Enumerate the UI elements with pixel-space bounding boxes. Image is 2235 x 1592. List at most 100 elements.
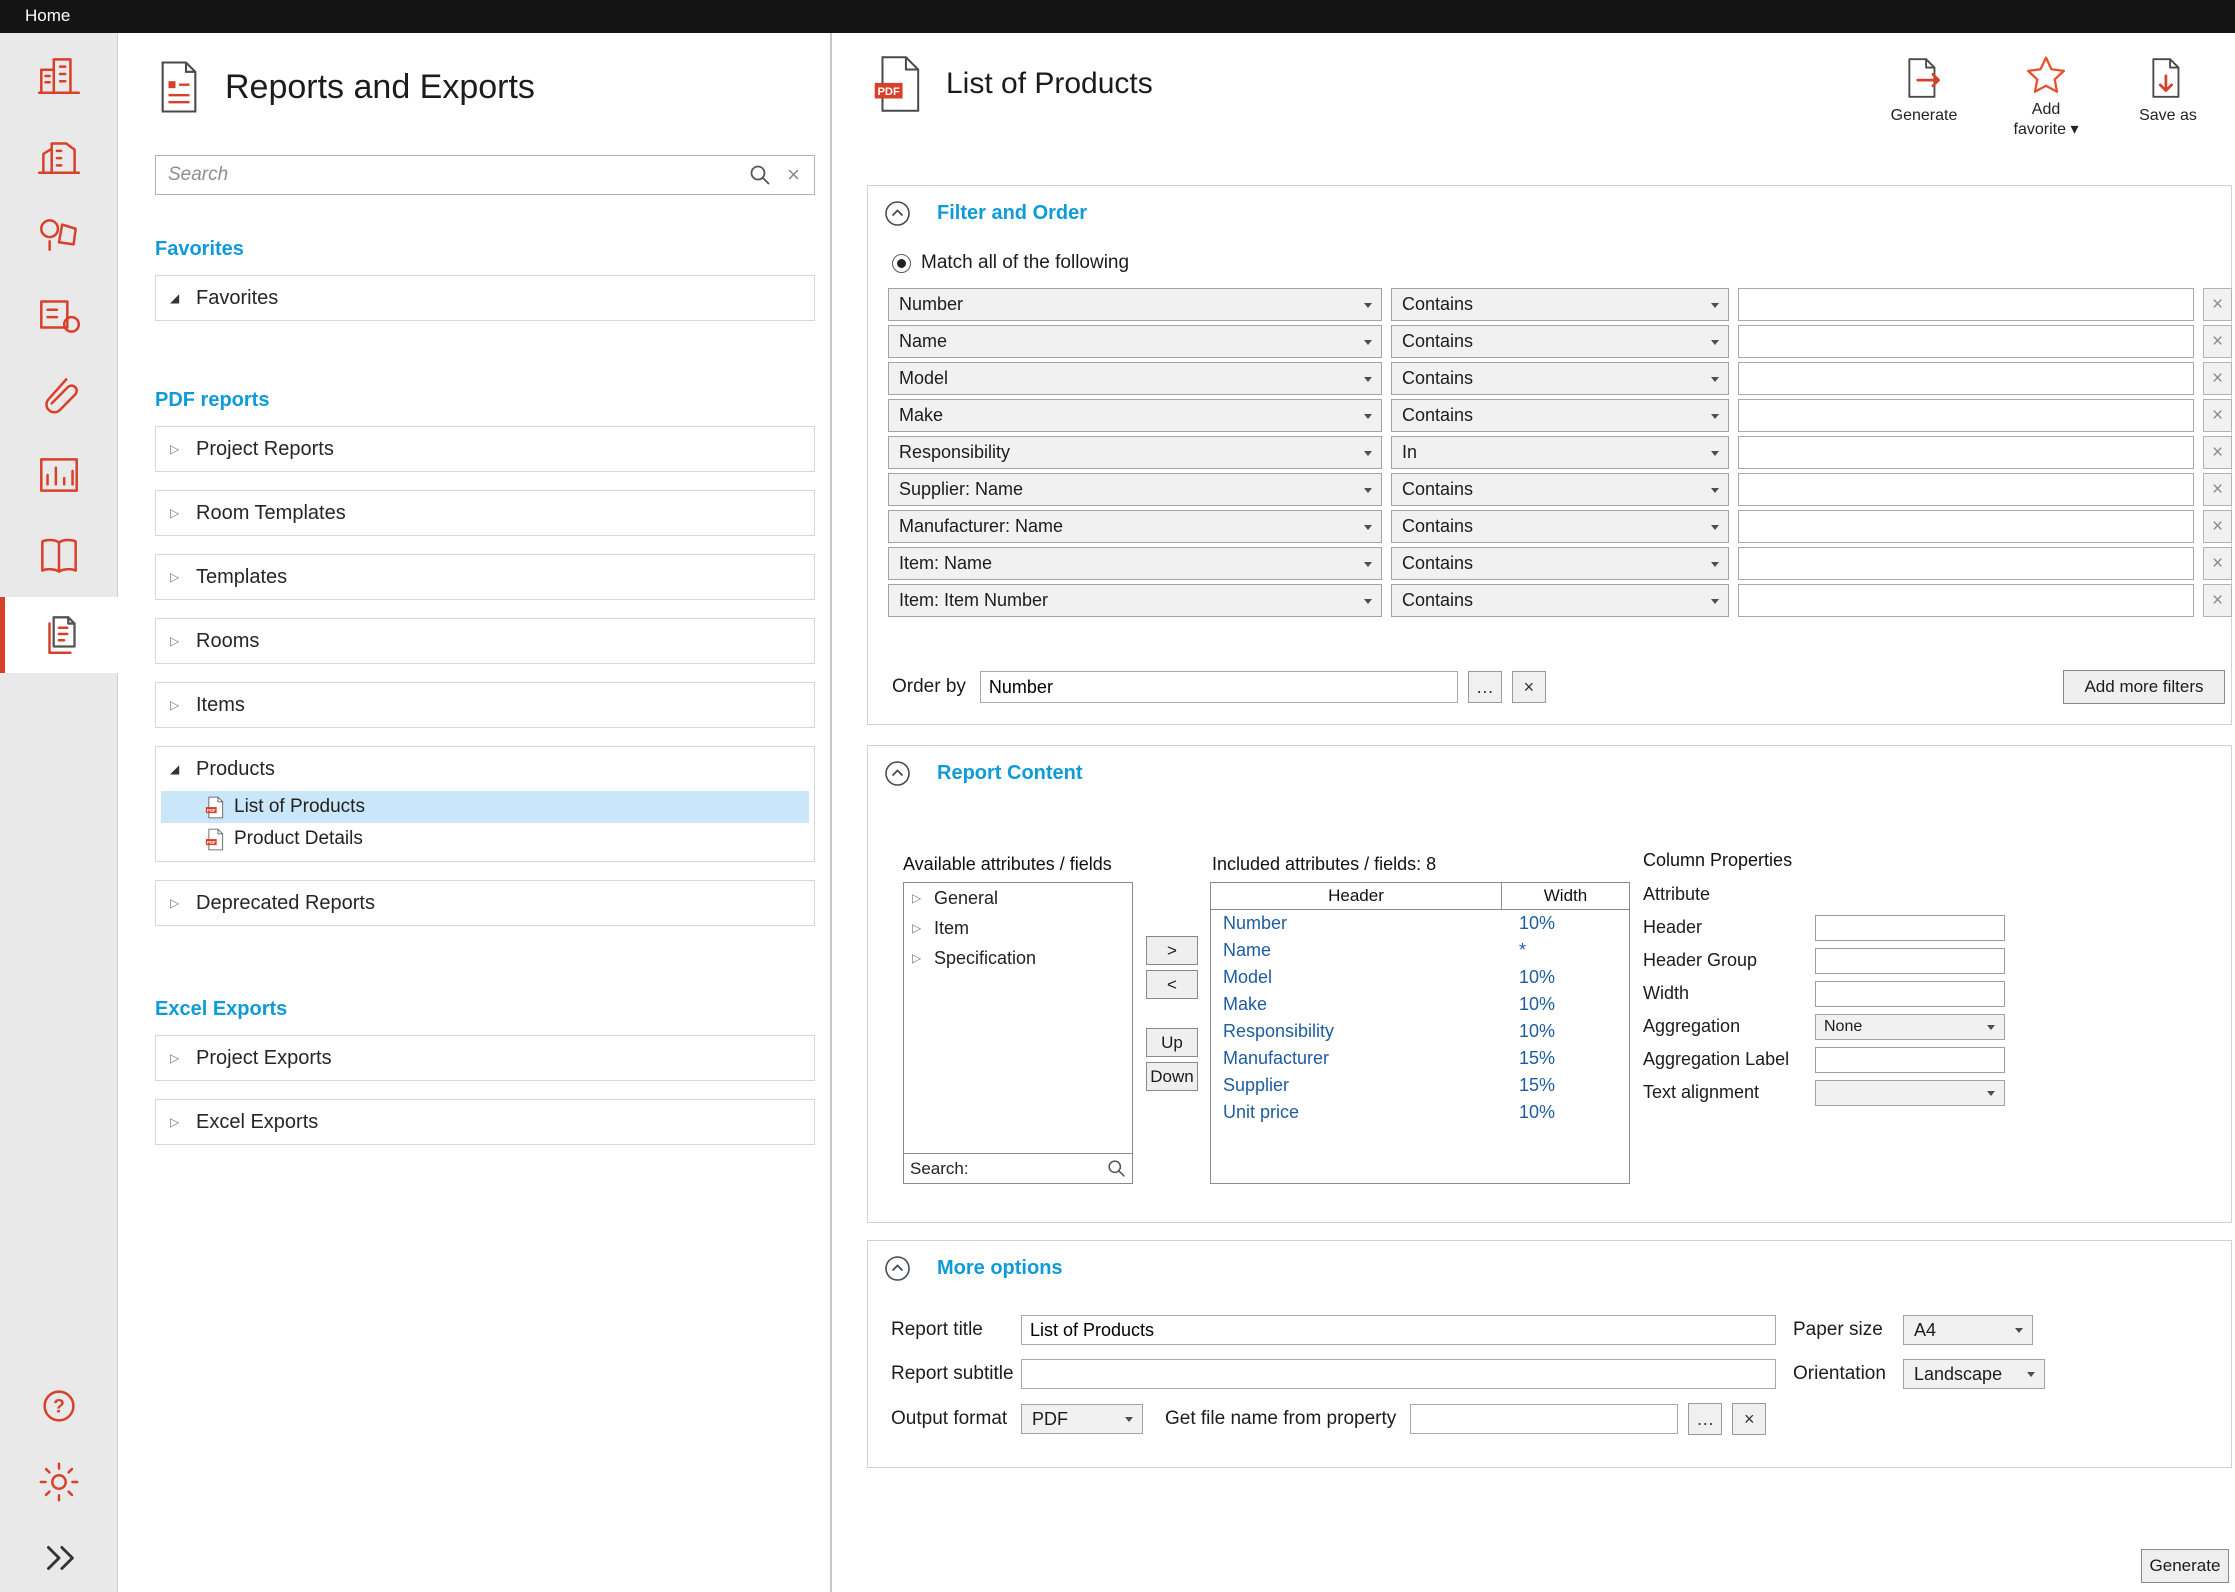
add-favorite-button[interactable]: Add favorite ▾ — [2005, 55, 2087, 140]
table-row[interactable]: Unit price 10% — [1211, 1099, 1629, 1126]
filter-clear-button[interactable]: × — [2203, 399, 2232, 432]
sidebar-item-project-exports[interactable]: ▷ Project Exports — [155, 1035, 815, 1081]
generate-report-button[interactable]: Generate — [2141, 1549, 2229, 1583]
move-down-button[interactable]: Down — [1146, 1062, 1198, 1091]
search-icon[interactable] — [1107, 1159, 1126, 1178]
clear-search-icon[interactable]: × — [787, 164, 800, 186]
filter-operator-select[interactable]: Contains — [1391, 325, 1729, 358]
order-by-input[interactable] — [980, 671, 1458, 703]
rail-item-settings[interactable] — [0, 1454, 118, 1510]
collapsed-caret-icon[interactable]: ▷ — [170, 634, 184, 648]
file-name-property-input[interactable] — [1410, 1404, 1678, 1434]
filter-attribute-select[interactable]: Item: Item Number — [888, 584, 1382, 617]
table-row[interactable]: Manufacturer 15% — [1211, 1045, 1629, 1072]
tree-item-general[interactable]: ▷ General — [904, 883, 1132, 913]
filter-clear-button[interactable]: × — [2203, 473, 2232, 506]
collapsed-caret-icon[interactable]: ▷ — [170, 506, 184, 520]
filter-attribute-select[interactable]: Model — [888, 362, 1382, 395]
orientation-select[interactable]: Landscape — [1903, 1359, 2045, 1389]
collapsed-caret-icon[interactable]: ▷ — [912, 921, 926, 935]
collapse-chevron-icon[interactable] — [884, 1255, 911, 1282]
filter-value-input[interactable] — [1738, 436, 2194, 469]
collapsed-caret-icon[interactable]: ▷ — [170, 1051, 184, 1065]
filter-attribute-select[interactable]: Supplier: Name — [888, 473, 1382, 506]
header-column-title[interactable]: Header — [1211, 883, 1501, 909]
header-group-input[interactable] — [1815, 948, 2005, 974]
remove-attribute-button[interactable]: < — [1146, 970, 1198, 999]
collapsed-caret-icon[interactable]: ▷ — [912, 891, 926, 905]
filter-operator-select[interactable]: Contains — [1391, 288, 1729, 321]
filter-operator-select[interactable]: Contains — [1391, 510, 1729, 543]
filter-clear-button[interactable]: × — [2203, 288, 2232, 321]
width-input[interactable] — [1815, 981, 2005, 1007]
text-alignment-select[interactable] — [1815, 1080, 2005, 1106]
expanded-caret-icon[interactable]: ◢ — [170, 291, 184, 305]
table-row[interactable]: Make 10% — [1211, 991, 1629, 1018]
rail-item-catalog[interactable] — [0, 517, 118, 593]
rail-item-expand[interactable] — [0, 1530, 118, 1586]
filter-clear-button[interactable]: × — [2203, 362, 2232, 395]
collapsed-caret-icon[interactable]: ▷ — [170, 896, 184, 910]
collapsed-caret-icon[interactable]: ▷ — [170, 570, 184, 584]
tab-home[interactable]: Home — [0, 0, 90, 26]
table-row[interactable]: Responsibility 10% — [1211, 1018, 1629, 1045]
expanded-caret-icon[interactable]: ◢ — [170, 762, 184, 776]
sidebar-item-project-reports[interactable]: ▷ Project Reports — [155, 426, 815, 472]
table-row[interactable]: Name * — [1211, 937, 1629, 964]
filter-attribute-select[interactable]: Name — [888, 325, 1382, 358]
file-name-browse-button[interactable]: … — [1688, 1403, 1722, 1435]
filter-clear-button[interactable]: × — [2203, 436, 2232, 469]
sidebar-item-items[interactable]: ▷ Items — [155, 682, 815, 728]
paper-size-select[interactable]: A4 — [1903, 1315, 2033, 1345]
order-by-clear-button[interactable]: × — [1512, 671, 1546, 703]
sidebar-item-deprecated-reports[interactable]: ▷ Deprecated Reports — [155, 880, 815, 926]
rail-item-reports[interactable] — [0, 597, 118, 673]
tree-item-specification[interactable]: ▷ Specification — [904, 943, 1132, 973]
sidebar-item-products[interactable]: ◢ Products — [156, 747, 814, 791]
report-subtitle-input[interactable] — [1021, 1359, 1776, 1389]
generate-button[interactable]: Generate — [1883, 55, 1965, 126]
content-section-header[interactable]: Report Content — [884, 760, 1083, 787]
filter-value-input[interactable] — [1738, 288, 2194, 321]
rail-item-data[interactable] — [0, 437, 118, 513]
search-icon[interactable] — [749, 164, 771, 186]
add-more-filters-button[interactable]: Add more filters — [2063, 670, 2225, 704]
filter-attribute-select[interactable]: Responsibility — [888, 436, 1382, 469]
attributes-search-row[interactable]: Search: — [904, 1153, 1132, 1183]
filter-attribute-select[interactable]: Number — [888, 288, 1382, 321]
add-attribute-button[interactable]: > — [1146, 936, 1198, 965]
sidebar-item-product-details[interactable]: Product Details — [161, 823, 809, 855]
tree-item-item[interactable]: ▷ Item — [904, 913, 1132, 943]
filter-value-input[interactable] — [1738, 362, 2194, 395]
filter-value-input[interactable] — [1738, 547, 2194, 580]
filter-operator-select[interactable]: Contains — [1391, 473, 1729, 506]
filter-attribute-select[interactable]: Manufacturer: Name — [888, 510, 1382, 543]
rail-item-buildings[interactable] — [0, 37, 118, 113]
rail-item-attachments[interactable] — [0, 357, 118, 433]
filter-clear-button[interactable]: × — [2203, 547, 2232, 580]
filter-operator-select[interactable]: Contains — [1391, 547, 1729, 580]
sidebar-item-templates[interactable]: ▷ Templates — [155, 554, 815, 600]
collapse-chevron-icon[interactable] — [884, 200, 911, 227]
width-column-title[interactable]: Width — [1501, 883, 1629, 909]
sidebar-item-favorites[interactable]: ◢ Favorites — [155, 275, 815, 321]
header-input[interactable] — [1815, 915, 2005, 941]
rail-item-help[interactable]: ? — [0, 1378, 118, 1434]
order-by-browse-button[interactable]: … — [1468, 671, 1502, 703]
rail-item-planning[interactable] — [0, 197, 118, 273]
match-all-radio[interactable] — [892, 254, 911, 273]
filter-clear-button[interactable]: × — [2203, 584, 2232, 617]
sidebar-item-rooms[interactable]: ▷ Rooms — [155, 618, 815, 664]
filter-operator-select[interactable]: In — [1391, 436, 1729, 469]
collapse-chevron-icon[interactable] — [884, 760, 911, 787]
rail-item-sites[interactable] — [0, 117, 118, 193]
filter-attribute-select[interactable]: Make — [888, 399, 1382, 432]
aggregation-select[interactable]: None — [1815, 1014, 2005, 1040]
move-up-button[interactable]: Up — [1146, 1028, 1198, 1057]
sidebar-item-list-of-products[interactable]: List of Products — [161, 791, 809, 823]
table-row[interactable]: Supplier 15% — [1211, 1072, 1629, 1099]
filter-attribute-select[interactable]: Item: Name — [888, 547, 1382, 580]
collapsed-caret-icon[interactable]: ▷ — [170, 442, 184, 456]
sidebar-item-excel-exports[interactable]: ▷ Excel Exports — [155, 1099, 815, 1145]
collapsed-caret-icon[interactable]: ▷ — [912, 951, 926, 965]
